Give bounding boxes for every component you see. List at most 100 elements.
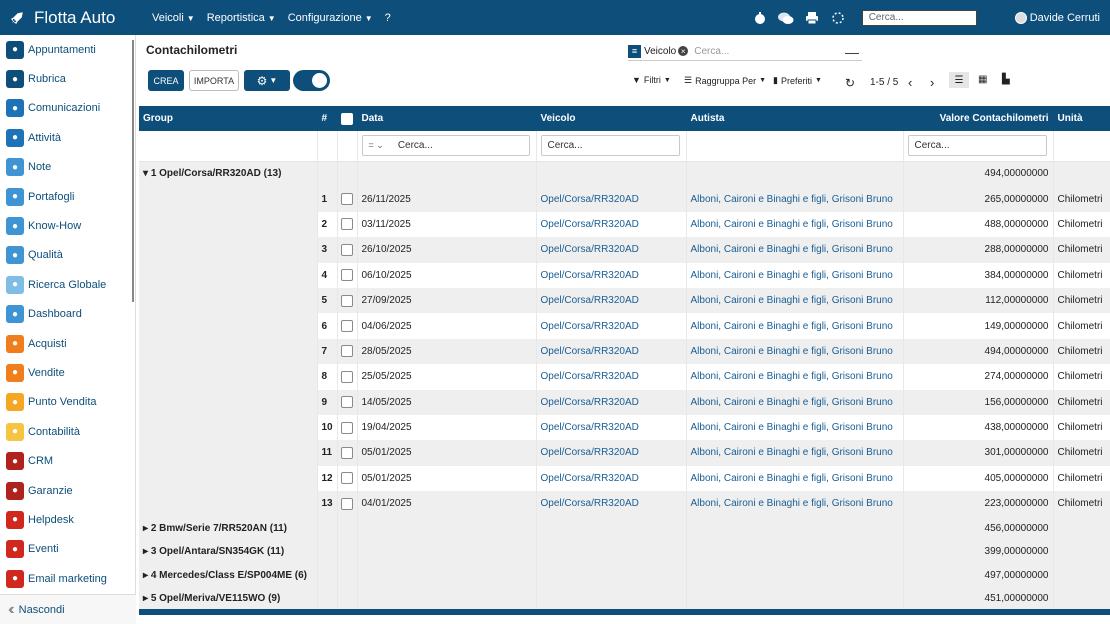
group-name-cell[interactable]: ▸ 3 Opel/Antara/SN354GK (11) — [139, 539, 318, 564]
caret-right-icon[interactable]: ▸ — [143, 593, 151, 604]
hide-sidebar-button[interactable]: ‹‹ Nascondi — [0, 594, 136, 624]
list-view-icon[interactable]: ☰ — [949, 72, 969, 88]
sidebar-item-attivit-[interactable]: ● Attività — [0, 123, 135, 152]
menu-reportistica[interactable]: Reportistica ▼ — [207, 12, 276, 24]
col-driver-header[interactable]: Autista — [686, 106, 904, 131]
sidebar-item-punto-vendita[interactable]: ● Punto Vendita — [0, 388, 135, 417]
row-driver-link[interactable]: Alboni, Caironi e Binaghi e figli, Griso… — [686, 440, 904, 466]
vehicle-filter-input[interactable]: Cerca... — [540, 135, 680, 157]
row-driver-link[interactable]: Alboni, Caironi e Binaghi e figli, Griso… — [686, 338, 904, 365]
search-input[interactable]: Cerca... — [694, 46, 729, 57]
value-filter-input[interactable]: Cerca... — [907, 135, 1047, 157]
row-vehicle-link[interactable]: Opel/Corsa/RR320AD — [536, 186, 687, 212]
sidebar-item-ricerca-globale[interactable]: ● Ricerca Globale — [0, 270, 135, 299]
pager-next-icon[interactable]: › — [930, 75, 934, 90]
table-row[interactable]: 5 27/09/2025 Opel/Corsa/RR320AD Alboni, Cai… — [139, 287, 1110, 314]
row-checkbox[interactable] — [340, 269, 353, 282]
pager-value[interactable]: 1-5 / 5 — [870, 77, 898, 88]
sidebar-item-dashboard[interactable]: ● Dashboard — [0, 300, 135, 329]
row-vehicle-link[interactable]: Opel/Corsa/RR320AD — [536, 465, 687, 492]
sidebar-item-helpdesk[interactable]: ● Helpdesk — [0, 505, 135, 534]
caret-right-icon[interactable]: ▸ — [143, 546, 151, 557]
row-vehicle-link[interactable]: Opel/Corsa/RR320AD — [536, 237, 687, 263]
row-vehicle-link[interactable]: Opel/Corsa/RR320AD — [536, 389, 687, 415]
view-toggle[interactable] — [293, 70, 330, 91]
row-vehicle-link[interactable]: Opel/Corsa/RR320AD — [536, 313, 687, 339]
sidebar-item-acquisti[interactable]: ● Acquisti — [0, 329, 135, 358]
row-driver-link[interactable]: Alboni, Caironi e Binaghi e figli, Griso… — [686, 186, 904, 212]
row-checkbox[interactable] — [340, 294, 353, 307]
group-name-cell[interactable]: ▸ 2 Bmw/Serie 7/RR520AN (11) — [139, 516, 318, 540]
sidebar-item-garanzie[interactable]: ● Garanzie — [0, 476, 135, 505]
col-date-header[interactable]: Data — [357, 106, 537, 131]
col-value-header[interactable]: Valore Contachilometri — [903, 106, 1054, 131]
table-row[interactable]: 9 14/05/2025 Opel/Corsa/RR320AD Alboni, Cai… — [139, 389, 1110, 415]
row-checkbox[interactable] — [340, 446, 353, 459]
row-checkbox[interactable] — [340, 193, 353, 206]
sidebar-item-know-how[interactable]: ● Know-How — [0, 211, 135, 240]
remove-facet-icon[interactable]: × — [678, 46, 689, 56]
graph-view-icon[interactable]: ▙ — [1002, 74, 1010, 85]
row-vehicle-link[interactable]: Opel/Corsa/RR320AD — [536, 338, 687, 365]
row-vehicle-link[interactable]: Opel/Corsa/RR320AD — [536, 364, 687, 390]
row-driver-link[interactable]: Alboni, Caironi e Binaghi e figli, Griso… — [686, 414, 904, 441]
row-checkbox[interactable] — [340, 472, 353, 485]
collapse-icon[interactable]: — — [845, 44, 859, 60]
sidebar-item-email-marketing[interactable]: ● Email marketing — [0, 564, 135, 593]
row-checkbox[interactable] — [340, 370, 353, 383]
caret-down-icon[interactable]: ▾ — [143, 168, 151, 179]
kanban-view-icon[interactable]: ▦ — [978, 74, 987, 85]
menu-configurazione[interactable]: Configurazione ▼ — [288, 12, 373, 24]
table-row[interactable]: 7 28/05/2025 Opel/Corsa/RR320AD Alboni, Cai… — [139, 338, 1110, 365]
sidebar-item-note[interactable]: ● Note — [0, 153, 135, 182]
print-icon[interactable] — [804, 10, 820, 26]
sidebar-item-vendite[interactable]: ● Vendite — [0, 358, 135, 387]
pager-prev-icon[interactable]: ‹ — [908, 75, 912, 90]
row-vehicle-link[interactable]: Opel/Corsa/RR320AD — [536, 491, 687, 517]
date-filter-operator[interactable]: = ⌄ — [369, 140, 384, 151]
group-row[interactable]: ▸ 3 Opel/Antara/SN354GK (11) 399,00000000 — [139, 539, 1110, 564]
row-vehicle-link[interactable]: Opel/Corsa/RR320AD — [536, 211, 687, 238]
caret-right-icon[interactable]: ▸ — [143, 523, 151, 534]
row-driver-link[interactable]: Alboni, Caironi e Binaghi e figli, Griso… — [686, 237, 904, 263]
sidebar-item-rubrica[interactable]: ● Rubrica — [0, 64, 135, 93]
col-vehicle-header[interactable]: Veicolo — [536, 106, 687, 131]
sidebar-item-qualit-[interactable]: ● Qualità — [0, 241, 135, 270]
col-group-header[interactable]: Group — [139, 106, 318, 131]
row-vehicle-link[interactable]: Opel/Corsa/RR320AD — [536, 414, 687, 441]
select-all-checkbox[interactable] — [340, 112, 353, 125]
table-row[interactable]: 13 04/01/2025 Opel/Corsa/RR320AD Alboni, Ca… — [139, 491, 1110, 517]
sidebar-item-appuntamenti[interactable]: ● Appuntamenti — [0, 35, 135, 64]
row-driver-link[interactable]: Alboni, Caironi e Binaghi e figli, Griso… — [686, 211, 904, 238]
chat-icon[interactable] — [777, 10, 794, 26]
table-row[interactable]: 3 26/10/2025 Opel/Corsa/RR320AD Alboni, Cai… — [139, 237, 1110, 263]
sidebar-scrollbar[interactable] — [132, 40, 134, 302]
row-driver-link[interactable]: Alboni, Caironi e Binaghi e figli, Griso… — [686, 389, 904, 415]
table-row[interactable]: 10 19/04/2025 Opel/Corsa/RR320AD Alboni, Ca… — [139, 414, 1110, 441]
row-checkbox[interactable] — [340, 218, 353, 231]
row-checkbox[interactable] — [340, 497, 353, 510]
import-button[interactable]: IMPORTA — [189, 70, 239, 91]
actions-dropdown-button[interactable]: ⚙ ▼ — [244, 70, 290, 91]
favorites-dropdown[interactable]: ▮ Preferiti ▼ — [773, 75, 822, 86]
group-row[interactable]: ▸ 2 Bmw/Serie 7/RR520AN (11) 456,00000000 — [139, 516, 1110, 540]
menu-help[interactable]: ? — [385, 12, 391, 24]
table-row[interactable]: 11 05/01/2025 Opel/Corsa/RR320AD Alboni, Ca… — [139, 440, 1110, 466]
table-row[interactable]: 4 06/10/2025 Opel/Corsa/RR320AD Alboni, Cai… — [139, 262, 1110, 288]
row-checkbox[interactable] — [340, 320, 353, 333]
global-search-input[interactable]: Cerca... — [861, 9, 977, 26]
row-driver-link[interactable]: Alboni, Caironi e Binaghi e figli, Griso… — [686, 491, 904, 517]
group-name-cell[interactable]: ▸ 5 Opel/Meriva/VE115WO (9) — [139, 586, 318, 611]
row-driver-link[interactable]: Alboni, Caironi e Binaghi e figli, Griso… — [686, 465, 904, 492]
sidebar-item-comunicazioni[interactable]: ● Comunicazioni — [0, 94, 135, 123]
sidebar-item-portafogli[interactable]: ● Portafogli — [0, 182, 135, 211]
col-unit-header[interactable]: Unità — [1053, 106, 1110, 131]
sidebar-item-eventi[interactable]: ● Eventi — [0, 535, 135, 564]
row-driver-link[interactable]: Alboni, Caironi e Binaghi e figli, Griso… — [686, 364, 904, 390]
row-driver-link[interactable]: Alboni, Caironi e Binaghi e figli, Griso… — [686, 313, 904, 339]
row-driver-link[interactable]: Alboni, Caironi e Binaghi e figli, Griso… — [686, 287, 904, 314]
group-row[interactable]: ▾ 1 Opel/Corsa/RR320AD (13) 494,00000000 — [139, 161, 1110, 187]
row-checkbox[interactable] — [340, 345, 353, 358]
stopwatch-icon[interactable] — [752, 10, 768, 26]
refresh-icon[interactable]: ↻ — [845, 76, 855, 90]
